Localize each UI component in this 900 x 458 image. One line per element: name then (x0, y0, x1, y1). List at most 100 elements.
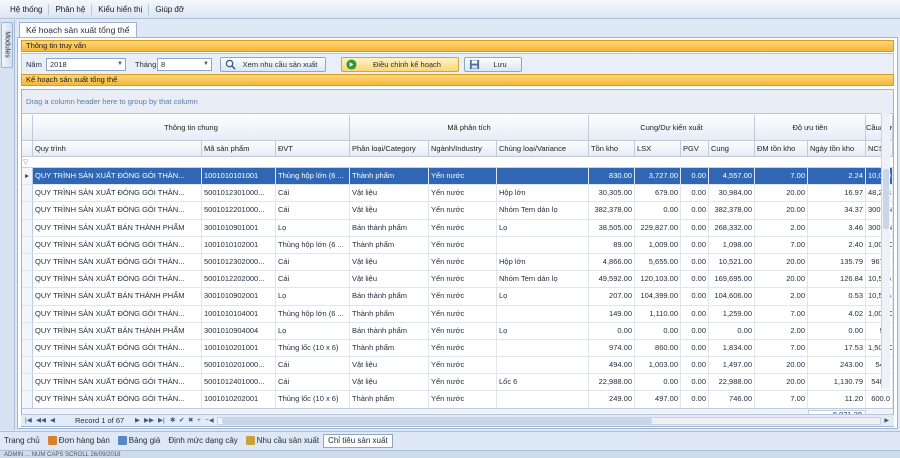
cell-dm-ton-kho[interactable]: 20.00 (755, 185, 808, 203)
cell-ton-kho[interactable]: 49,592.00 (589, 271, 635, 289)
cell-chung-loai[interactable] (497, 305, 589, 323)
row-indicator[interactable] (22, 219, 33, 237)
cell-dvt[interactable]: Thùng hộp lớn (6 ... (276, 236, 350, 254)
cell-nganh[interactable]: Yến nước (429, 185, 497, 203)
table-row[interactable]: QUY TRÌNH SẢN XUẤT BÁN THÀNH PHẨM 3001010… (22, 219, 893, 237)
cell-lsx[interactable]: 1,003.00 (635, 357, 681, 375)
cell-ton-kho[interactable]: 89.00 (589, 236, 635, 254)
cell-ma-san-pham[interactable]: 5001012302000... (202, 253, 276, 272)
cell-quy-trinh[interactable]: QUY TRÌNH SẢN XUẤT ĐÓNG GÓI THÀN... (33, 271, 202, 289)
add-icon[interactable]: + (197, 415, 201, 426)
row-indicator[interactable] (22, 322, 33, 340)
band-priority[interactable]: Độ ưu tiên (755, 115, 866, 141)
cell-cung[interactable]: 746.00 (709, 391, 755, 408)
cell-ma-san-pham[interactable]: 3001010902001 (202, 288, 276, 306)
cell-ton-kho[interactable]: 830.00 (589, 168, 635, 186)
cell-dm-ton-kho[interactable]: 20.00 (755, 271, 808, 289)
horizontal-scrollbar[interactable]: ◀ ▶ (209, 417, 889, 425)
cell-cung[interactable]: 4,557.00 (709, 168, 755, 186)
cell-dvt[interactable]: Thùng hộp lớn (6 ... (276, 305, 350, 323)
cell-nganh[interactable]: Yến nước (429, 374, 497, 392)
cell-dm-ton-kho[interactable]: 7.00 (755, 236, 808, 254)
cell-ngay-ton-kho[interactable]: 135.79 (808, 253, 866, 272)
cell-ton-kho[interactable]: 149.00 (589, 305, 635, 323)
cell-ton-kho[interactable]: 207.00 (589, 288, 635, 306)
cell-dvt[interactable]: Thùng lốc (10 x 6) (276, 339, 350, 358)
cell-ma-san-pham[interactable]: 5001012202000... (202, 271, 276, 289)
cell-ma-san-pham[interactable]: 1001010202001 (202, 391, 276, 408)
cell-cung[interactable]: 1,259.00 (709, 305, 755, 323)
last-record-icon[interactable]: ▶| (158, 415, 165, 426)
cell-quy-trinh[interactable]: QUY TRÌNH SẢN XUẤT ĐÓNG GÓI THÀN... (33, 185, 202, 203)
cell-ma-san-pham[interactable]: 3001010901001 (202, 219, 276, 237)
cell-pgv[interactable]: 0.00 (681, 271, 709, 289)
cell-quy-trinh[interactable]: QUY TRÌNH SẢN XUẤT ĐÓNG GÓI THÀN... (33, 202, 202, 220)
cell-dm-ton-kho[interactable]: 20.00 (755, 374, 808, 392)
cell-dvt[interactable]: Cái (276, 253, 350, 272)
table-row[interactable]: QUY TRÌNH SẢN XUẤT ĐÓNG GÓI THÀN... 50010… (22, 202, 893, 220)
row-indicator[interactable] (22, 391, 33, 408)
table-row[interactable]: QUY TRÌNH SẢN XUẤT ĐÓNG GÓI THÀN... 10010… (22, 339, 893, 358)
scroll-left-icon[interactable]: ◀ (209, 416, 214, 427)
cell-phan-loai[interactable]: Vật liệu (350, 253, 429, 272)
cell-phan-loai[interactable]: Vật liệu (350, 202, 429, 220)
cell-lsx[interactable]: 1,110.00 (635, 305, 681, 323)
column-header-nganh[interactable]: Ngành/Industry (429, 141, 497, 157)
cell-chung-loai[interactable]: Hộp lớn (497, 185, 589, 203)
cell-chung-loai[interactable]: Nhóm Tem dán lọ (497, 271, 589, 289)
band-analysis-code[interactable]: Mã phân tích (350, 115, 589, 141)
row-indicator[interactable] (22, 236, 33, 254)
cell-ngay-ton-kho[interactable]: 2.24 (808, 168, 866, 186)
cell-dvt[interactable]: Lọ (276, 219, 350, 237)
table-row[interactable]: QUY TRÌNH SẢN XUẤT ĐÓNG GÓI THÀN... 50010… (22, 357, 893, 375)
cell-dvt[interactable]: Lọ (276, 322, 350, 340)
cell-lsx[interactable]: 104,399.00 (635, 288, 681, 306)
row-indicator[interactable] (22, 339, 33, 358)
cell-ma-san-pham[interactable]: 1001010101001 (202, 168, 276, 186)
table-row[interactable]: QUY TRÌNH SẢN XUẤT ĐÓNG GÓI THÀN... 50010… (22, 185, 893, 203)
cell-dm-ton-kho[interactable]: 20.00 (755, 202, 808, 220)
cell-ngay-ton-kho[interactable]: 17.53 (808, 339, 866, 358)
task-chi-tieu[interactable]: Chỉ tiêu sản xuất (323, 433, 393, 448)
cell-nganh[interactable]: Yến nước (429, 219, 497, 237)
cell-cung[interactable]: 22,988.00 (709, 374, 755, 392)
cell-dvt[interactable]: Cái (276, 185, 350, 203)
cell-dvt[interactable]: Cái (276, 357, 350, 375)
cell-dvt[interactable]: Thùng lốc (10 x 6) (276, 391, 350, 408)
cell-cung[interactable]: 10,521.00 (709, 253, 755, 272)
next-record-icon[interactable]: ▶ (135, 415, 140, 426)
cell-dm-ton-kho[interactable]: 20.00 (755, 357, 808, 375)
cell-lsx[interactable]: 0.00 (635, 374, 681, 392)
table-row[interactable]: QUY TRÌNH SẢN XUẤT ĐÓNG GÓI THÀN... 10010… (22, 305, 893, 323)
cell-quy-trinh[interactable]: QUY TRÌNH SẢN XUẤT BÁN THÀNH PHẨM (33, 288, 202, 306)
append-icon[interactable]: ✱ (170, 415, 175, 426)
task-nhu-cau[interactable]: Nhu cầu sản xuất (242, 434, 323, 448)
task-bang-gia[interactable]: Bảng giá (114, 434, 165, 448)
cell-dm-ton-kho[interactable]: 7.00 (755, 305, 808, 323)
cell-ma-san-pham[interactable]: 1001010104001 (202, 305, 276, 323)
cell-pgv[interactable]: 0.00 (681, 374, 709, 392)
prev-record-icon[interactable]: ◀ (50, 415, 55, 426)
cell-lsx[interactable]: 679.00 (635, 185, 681, 203)
cell-chung-loai[interactable] (497, 168, 589, 186)
cell-pgv[interactable]: 0.00 (681, 219, 709, 237)
cell-dm-ton-kho[interactable]: 20.00 (755, 253, 808, 272)
cell-lsx[interactable]: 229,827.00 (635, 219, 681, 237)
cell-ton-kho[interactable]: 4,866.00 (589, 253, 635, 272)
cell-ngay-ton-kho[interactable]: 0.53 (808, 288, 866, 306)
cell-ma-san-pham[interactable]: 5001012401000... (202, 374, 276, 392)
column-header-lsx[interactable]: LSX (635, 141, 681, 157)
cell-chung-loai[interactable]: Lọ (497, 219, 589, 237)
scroll-right-icon[interactable]: ▶ (884, 416, 889, 427)
cell-ncsx[interactable]: 600.0 (866, 391, 893, 408)
cell-phan-loai[interactable]: Bán thành phẩm (350, 219, 429, 237)
cell-ngay-ton-kho[interactable]: 3.46 (808, 219, 866, 237)
column-header-pgv[interactable]: PGV (681, 141, 709, 157)
cell-ngay-ton-kho[interactable]: 2.40 (808, 236, 866, 254)
column-header-ma-san-pham[interactable]: Mã sản phẩm (202, 141, 276, 157)
cell-chung-loai[interactable]: Lọ (497, 322, 589, 340)
cell-ngay-ton-kho[interactable]: 1,130.79 (808, 374, 866, 392)
cell-dvt[interactable]: Cái (276, 202, 350, 220)
cell-cung[interactable]: 169,695.00 (709, 271, 755, 289)
month-select[interactable]: 8 ▼ (157, 58, 212, 71)
